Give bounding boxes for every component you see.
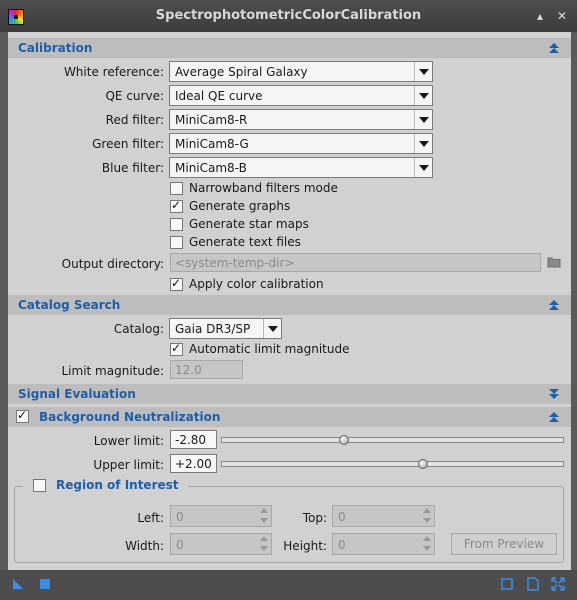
blue-filter-label: Blue filter: [101,161,164,175]
white-reference-select[interactable]: Average Spiral Galaxy [169,61,433,82]
section-title-background-neutralization: Background Neutralization [39,410,221,424]
blue-filter-select[interactable]: MiniCam8-B [169,157,433,178]
process-window: SpectrophotometricColorCalibration ▴︎ ✕ … [0,0,577,600]
background-neutralization-checkbox-box[interactable] [16,408,29,423]
roi-top-spinbox[interactable]: 0 [332,505,435,527]
narrowband-checkbox-box[interactable] [170,182,183,195]
bottom-toolbar [0,570,577,600]
automatic-limit-magnitude-checkbox-label: Automatic limit magnitude [189,342,350,356]
shade-icon[interactable]: ▴︎ [532,8,548,24]
qe-curve-value: Ideal QE curve [175,89,263,103]
preview-icon[interactable] [500,577,514,591]
upper-limit-value: +2.00 [175,457,212,471]
section-title-calibration: Calibration [18,41,93,55]
lower-limit-label: Lower limit: [93,434,164,448]
roi-left-label: Left: [137,511,164,525]
output-directory-input[interactable]: <system-temp-dir> [170,253,541,272]
close-icon[interactable]: ✕ [554,8,570,24]
region-of-interest-title: Region of Interest [56,478,179,492]
green-filter-value: MiniCam8-G [175,137,249,151]
generate-graphs-checkbox-label: Generate graphs [189,199,291,213]
catalog-select[interactable]: Gaia DR3/SP [169,318,282,339]
section-background-neutralization[interactable]: Background Neutralization [8,407,571,427]
collapse-icon[interactable] [547,299,561,311]
generate-text-files-checkbox-label: Generate text files [189,235,301,249]
spin-arrows-icon[interactable] [421,535,433,553]
upper-limit-label: Upper limit: [93,458,164,472]
execute-icon[interactable] [38,577,52,591]
roi-height-label: Height: [283,539,327,553]
lower-limit-input[interactable]: -2.80 [170,430,217,449]
limit-magnitude-input[interactable]: 12.0 [170,360,243,379]
lower-limit-slider[interactable] [221,437,564,443]
catalog-label: Catalog: [113,322,164,336]
apply-color-calibration-checkbox-box[interactable] [170,276,183,291]
lower-limit-value: -2.80 [175,433,207,447]
new-instance-icon[interactable] [11,577,25,591]
chevron-down-icon [414,62,432,81]
lower-limit-slider-handle[interactable] [339,435,350,445]
apply-color-calibration-checkbox-label: Apply color calibration [189,277,324,291]
red-filter-select[interactable]: MiniCam8-R [169,109,433,130]
reset-icon[interactable] [526,577,540,591]
title-bar[interactable]: SpectrophotometricColorCalibration ▴︎ ✕ [0,0,577,32]
spin-arrows-icon[interactable] [421,507,433,525]
red-filter-value: MiniCam8-R [175,113,248,127]
chevron-down-icon [414,86,432,105]
white-reference-label: White reference: [63,65,164,79]
chevron-down-icon [263,319,281,338]
limit-magnitude-label: Limit magnitude: [61,364,164,378]
chevron-down-icon [414,158,432,177]
qe-curve-select[interactable]: Ideal QE curve [169,85,433,106]
roi-height-value: 0 [338,538,346,552]
collapse-icon[interactable] [547,411,561,423]
section-catalog-search[interactable]: Catalog Search [8,295,571,315]
roi-width-value: 0 [176,538,184,552]
green-filter-select[interactable]: MiniCam8-G [169,133,433,154]
collapse-icon[interactable] [547,42,561,54]
output-directory-label: Output directory: [61,257,164,271]
window-title: SpectrophotometricColorCalibration [155,8,422,23]
white-reference-value: Average Spiral Galaxy [175,65,308,79]
expand-all-icon[interactable] [551,577,565,591]
green-filter-label: Green filter: [92,137,164,151]
generate-text-files-checkbox-box[interactable] [170,236,183,249]
section-calibration[interactable]: Calibration [8,38,571,58]
region-of-interest-header: Region of Interest [22,478,188,494]
red-filter-label: Red filter: [105,113,164,127]
generate-graphs-checkbox-box[interactable] [170,198,183,213]
chevron-down-icon [414,110,432,129]
narrowband-checkbox-label: Narrowband filters mode [189,181,338,195]
generate-star-maps-checkbox-box[interactable] [170,218,183,231]
section-title-signal-evaluation: Signal Evaluation [18,387,136,401]
expand-icon[interactable] [547,388,561,400]
roi-height-spinbox[interactable]: 0 [332,533,435,555]
browse-folder-icon[interactable] [547,256,561,271]
section-signal-evaluation[interactable]: Signal Evaluation [8,384,571,404]
upper-limit-slider[interactable] [221,461,564,467]
upper-limit-input[interactable]: +2.00 [170,454,217,473]
region-of-interest-checkbox-box[interactable] [33,479,46,492]
from-preview-button[interactable]: From Preview [451,533,557,555]
chevron-down-icon [414,134,432,153]
qe-curve-label: QE curve: [105,89,164,103]
generate-star-maps-checkbox-label: Generate star maps [189,217,309,231]
output-directory-placeholder: <system-temp-dir> [175,256,295,270]
roi-top-label: Top: [302,511,327,525]
automatic-limit-magnitude-checkbox-box[interactable] [170,341,183,356]
roi-width-label: Width: [125,539,164,553]
upper-limit-slider-handle[interactable] [418,459,429,469]
catalog-value: Gaia DR3/SP [175,322,251,336]
limit-magnitude-value: 12.0 [175,363,202,377]
process-panel: Calibration White reference: Average Spi… [8,32,571,570]
blue-filter-value: MiniCam8-B [175,161,247,175]
roi-left-value: 0 [176,510,184,524]
roi-top-value: 0 [338,510,346,524]
section-title-catalog-search: Catalog Search [18,298,121,312]
